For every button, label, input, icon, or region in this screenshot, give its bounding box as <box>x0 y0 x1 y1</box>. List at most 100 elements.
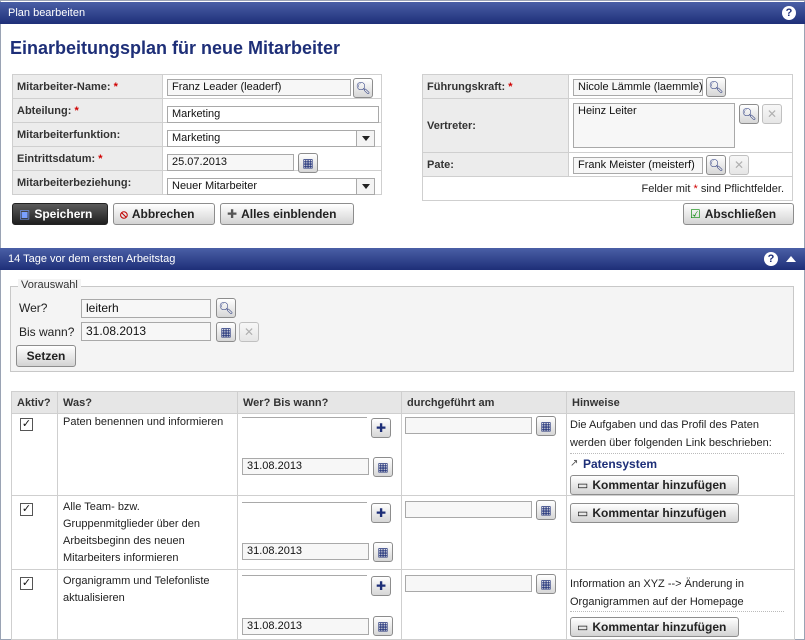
row3-add-button[interactable]: ✚ <box>371 576 391 596</box>
until-field[interactable]: 31.08.2013 <box>81 322 211 341</box>
row1-comment-button[interactable]: ▭ Kommentar hinzufügen <box>570 475 739 495</box>
task-line: Organigramm und Telefonliste <box>63 575 210 587</box>
task-line: Mitarbeiters informieren <box>63 552 179 564</box>
cancel-button[interactable]: ⦸ Abbrechen <box>113 203 215 225</box>
row1-who-field[interactable] <box>242 416 367 418</box>
row1-active-checkbox[interactable]: ✓ <box>20 418 33 431</box>
deputy-field[interactable]: Heinz Leiter <box>573 103 735 148</box>
search-icon: 🔍︎ <box>218 301 234 315</box>
manager-field[interactable]: Nicole Lämmle (laemmle) <box>573 79 703 96</box>
department-field[interactable]: Marketing <box>167 106 379 123</box>
row2-who-field[interactable] <box>242 501 367 503</box>
required-note-suffix: sind Pflichtfelder. <box>700 182 784 195</box>
manager-label: Führungskraft: <box>427 80 506 93</box>
row3-task: Organigramm und Telefonliste aktualisier… <box>63 573 210 607</box>
row2-add-button[interactable]: ✚ <box>371 503 391 523</box>
calendar-icon: ▦ <box>540 503 552 517</box>
check-icon: ☑ <box>690 207 701 221</box>
row3-hint: Information an XYZ --> Änderung in Organ… <box>570 575 744 611</box>
patensystem-link[interactable]: Patensystem <box>583 457 657 471</box>
section-title: 14 Tage vor dem ersten Arbeitstag <box>8 253 176 265</box>
search-icon: 🔍︎ <box>708 80 724 94</box>
row3-done-field[interactable] <box>405 575 532 592</box>
row3-date-field[interactable]: 31.08.2013 <box>242 618 369 635</box>
finish-button[interactable]: ☑ Abschließen <box>683 203 794 225</box>
cancel-icon: ⦸ <box>120 207 128 221</box>
section-titlebar: 14 Tage vor dem ersten Arbeitstag <box>0 248 805 270</box>
mentor-clear-button[interactable]: ✕ <box>729 155 749 175</box>
task-line: Arbeitsbeginn des neuen <box>63 535 185 547</box>
divider <box>570 611 784 612</box>
required-marker: * <box>98 152 103 165</box>
row1-done-calendar-button[interactable]: ▦ <box>536 416 556 436</box>
comment-icon: ▭ <box>577 620 589 634</box>
row1-done-field[interactable] <box>405 417 532 434</box>
row2-date-calendar-button[interactable]: ▦ <box>373 542 393 562</box>
search-icon: 🔍︎ <box>355 81 371 95</box>
deputy-clear-button[interactable]: ✕ <box>762 104 782 124</box>
until-clear-button[interactable]: ✕ <box>239 322 259 342</box>
employee-label: Mitarbeiter-Name: <box>17 80 111 93</box>
row3-comment-button[interactable]: ▭ Kommentar hinzufügen <box>570 617 739 637</box>
task-line: Gruppenmitglieder über den <box>63 518 200 530</box>
show-all-button[interactable]: ✚ Alles einblenden <box>220 203 354 225</box>
column-header: Aktiv? <box>11 391 58 414</box>
deputy-search-button[interactable]: 🔍︎ <box>739 104 759 124</box>
column-header: durchgeführt am <box>401 391 567 414</box>
function-label: Mitarbeiterfunktion: <box>17 128 121 141</box>
task-line: aktualisieren <box>63 592 125 604</box>
link-icon: ↗ <box>570 458 579 469</box>
row3-date-calendar-button[interactable]: ▦ <box>373 616 393 636</box>
row2-date-field[interactable]: 31.08.2013 <box>242 543 369 560</box>
function-select[interactable]: Marketing <box>167 130 375 147</box>
function-value: Marketing <box>172 132 221 144</box>
hint-line: werden über folgenden Link beschrieben: <box>570 437 772 449</box>
until-calendar-button[interactable]: ▦ <box>216 322 236 342</box>
help-icon[interactable]: ? <box>764 252 778 266</box>
relation-select[interactable]: Neuer Mitarbeiter <box>167 178 375 195</box>
who-search-button[interactable]: 🔍︎ <box>216 298 236 318</box>
expand-icon: ✚ <box>227 207 238 221</box>
who-field[interactable]: leiterh <box>81 299 211 318</box>
row2-comment-button[interactable]: ▭ Kommentar hinzufügen <box>570 503 739 523</box>
plus-icon: ✚ <box>375 421 387 435</box>
save-icon: ▣ <box>19 207 31 221</box>
mentor-label: Pate: <box>427 158 454 171</box>
column-header: Was? <box>57 391 238 414</box>
save-button[interactable]: ▣ Speichern <box>12 203 108 225</box>
entry-date-field[interactable]: 25.07.2013 <box>167 154 294 171</box>
deputy-label: Vertreter: <box>427 119 476 132</box>
row2-done-calendar-button[interactable]: ▦ <box>536 500 556 520</box>
clear-icon: ✕ <box>766 107 778 121</box>
row1-date-field[interactable]: 31.08.2013 <box>242 458 369 475</box>
row3-who-field[interactable] <box>242 574 367 576</box>
task-line: Paten benennen und informieren <box>63 416 224 428</box>
column-header: Wer? Bis wann? <box>237 391 402 414</box>
comment-button-label: Kommentar hinzufügen <box>592 478 727 492</box>
comment-button-label: Kommentar hinzufügen <box>592 620 727 634</box>
row2-done-field[interactable] <box>405 501 532 518</box>
collapse-icon[interactable] <box>786 256 796 262</box>
mentor-field[interactable]: Frank Meister (meisterf) <box>573 157 703 174</box>
search-icon: 🔍︎ <box>741 107 757 121</box>
calendar-icon: ▦ <box>302 156 314 170</box>
employee-search-button[interactable]: 🔍︎ <box>353 78 373 98</box>
row3-active-checkbox[interactable]: ✓ <box>20 577 33 590</box>
clear-icon: ✕ <box>733 158 745 172</box>
row3-done-calendar-button[interactable]: ▦ <box>536 574 556 594</box>
entry-date-label: Eintrittsdatum: <box>17 152 96 165</box>
calendar-icon: ▦ <box>377 545 389 559</box>
row1-add-button[interactable]: ✚ <box>371 418 391 438</box>
set-button[interactable]: Setzen <box>16 345 76 367</box>
show-all-button-label: Alles einblenden <box>241 207 337 221</box>
entry-date-calendar-button[interactable]: ▦ <box>298 153 318 173</box>
row2-active-checkbox[interactable]: ✓ <box>20 503 33 516</box>
calendar-icon: ▦ <box>377 619 389 633</box>
mentor-search-button[interactable]: 🔍︎ <box>706 155 726 175</box>
row1-date-calendar-button[interactable]: ▦ <box>373 457 393 477</box>
employee-name-field[interactable]: Franz Leader (leaderf) <box>167 79 351 96</box>
help-icon[interactable]: ? <box>782 6 796 20</box>
plus-icon: ✚ <box>375 506 387 520</box>
relation-value: Neuer Mitarbeiter <box>172 180 257 192</box>
manager-search-button[interactable]: 🔍︎ <box>706 77 726 97</box>
